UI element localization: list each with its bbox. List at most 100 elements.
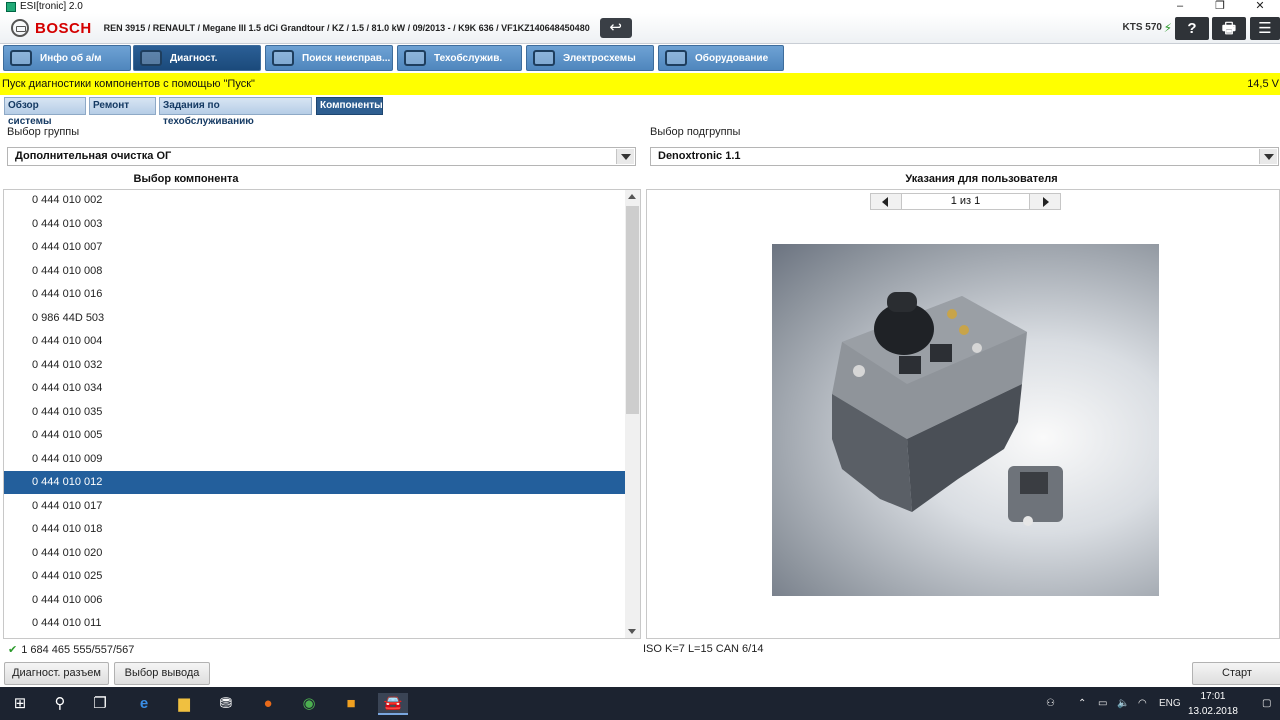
battery-icon[interactable]: ▭ [1098, 687, 1107, 720]
scroll-thumb[interactable] [626, 206, 639, 414]
people-icon[interactable]: ⚇ [1046, 687, 1055, 720]
list-item[interactable]: 0 444 010 004 [4, 330, 625, 353]
taskbar-clock[interactable]: 17:01 13.02.2018 [1188, 691, 1238, 718]
subgroup-select[interactable]: Denoxtronic 1.1 [650, 147, 1279, 166]
list-item[interactable]: 0 444 010 003 [4, 213, 625, 236]
windows-start-icon[interactable]: ⊞ [9, 693, 31, 715]
component-photo [772, 244, 1159, 596]
list-item[interactable]: 0 444 010 035 [4, 401, 625, 424]
notes-app-icon[interactable]: ■ [340, 693, 362, 715]
tab-equipment[interactable]: Оборудование [658, 45, 784, 71]
troubleshoot-icon [272, 50, 294, 66]
list-item[interactable]: 0 444 010 005 [4, 424, 625, 447]
scroll-down-icon[interactable] [625, 624, 640, 638]
user-notes-panel: 1 из 1 [646, 189, 1280, 639]
minimize-button[interactable]: – [1160, 0, 1200, 12]
network-icon[interactable]: ◠ [1138, 687, 1147, 720]
restore-button[interactable]: ❐ [1200, 0, 1240, 12]
title-bar: ESI[tronic] 2.0 – ❐ ✕ [0, 0, 1280, 13]
list-item[interactable]: 0 444 010 018 [4, 518, 625, 541]
vehicle-info: REN 3915 / RENAULT / Megane III 1.5 dCi … [103, 23, 590, 33]
app-header: BOSCH REN 3915 / RENAULT / Megane III 1.… [0, 13, 1280, 44]
list-item[interactable]: 0 444 010 034 [4, 377, 625, 400]
list-item[interactable]: 0 444 010 017 [4, 495, 625, 518]
help-button[interactable]: ? [1175, 17, 1209, 40]
chevron-down-icon[interactable] [616, 149, 634, 164]
list-item[interactable]: 0 444 010 016 [4, 283, 625, 306]
device-name: KTS 570 [1122, 22, 1162, 33]
connection-status-icon: ⚡ [1163, 21, 1172, 35]
volume-icon[interactable]: 🔈 [1117, 687, 1129, 720]
component-list-title: Выбор компонента [133, 173, 239, 185]
protocol-info: ISO K=7 L=15 CAN 6/14 [643, 643, 764, 655]
clock-date: 13.02.2018 [1187, 706, 1238, 717]
group-label: Выбор группы [7, 126, 80, 138]
language-indicator[interactable]: ENG [1159, 687, 1181, 720]
component-list: 0 444 010 002 0 444 010 003 0 444 010 007 0… [3, 189, 641, 639]
menu-button[interactable]: ☰ [1250, 17, 1280, 40]
list-item[interactable]: 0 444 010 032 [4, 354, 625, 377]
group-select[interactable]: Дополнительная очистка ОГ [7, 147, 636, 166]
list-item[interactable]: 0 444 010 012 [4, 471, 625, 494]
subgroup-label: Выбор подгруппы [650, 126, 741, 138]
tab-troubleshooting[interactable]: Поиск неисправ... [265, 45, 393, 71]
cable-info: ✔ 1 684 465 555/557/567 [8, 644, 135, 656]
close-button[interactable]: ✕ [1240, 0, 1280, 12]
chevron-down-icon[interactable] [1259, 149, 1277, 164]
next-page-icon[interactable] [1029, 194, 1060, 209]
diag-connector-button[interactable]: Диагност. разъем [4, 662, 109, 685]
subtab-maintenance-tasks[interactable]: Задания по техобслуживанию [159, 97, 312, 127]
clock-time: 17:01 [1200, 691, 1226, 702]
list-item[interactable]: 0 444 010 025 [4, 565, 625, 588]
equipment-icon [665, 50, 687, 66]
subtab-components[interactable]: Компоненты [316, 97, 383, 115]
esitronic-taskbar-icon[interactable]: 🚘 [378, 693, 408, 715]
user-notes-title: Указания для пользователя [905, 173, 1058, 185]
status-bar: Пуск диагностики компонентов с помощью "… [0, 73, 1280, 95]
page-indicator: 1 из 1 [950, 195, 981, 207]
list-item[interactable]: 0 444 010 008 [4, 260, 625, 283]
subtab-system-overview[interactable]: Обзор системы [4, 97, 86, 127]
list-item[interactable]: 0 444 010 007 [4, 236, 625, 259]
bosch-logo-icon [11, 19, 29, 37]
store-icon[interactable]: ⛃ [215, 693, 237, 715]
group-value: Дополнительная очистка ОГ [15, 150, 172, 162]
task-view-icon[interactable]: ❐ [89, 693, 111, 715]
window-controls: – ❐ ✕ [1160, 0, 1280, 12]
search-icon[interactable]: ⚲ [49, 693, 71, 715]
windows-taskbar: ⊞ ⚲ ❐ e ▆ ⛃ ● ◉ ■ 🚘 ⚇ ⌃ ▭ 🔈 ◠ ENG 17:01 … [0, 687, 1280, 720]
tab-wiring[interactable]: Электросхемы [526, 45, 654, 71]
subtab-repair[interactable]: Ремонт [89, 97, 156, 115]
tab-vehicle-info[interactable]: Инфо об а/м [3, 45, 131, 71]
list-scrollbar[interactable] [625, 190, 640, 638]
page-navigator: 1 из 1 [870, 193, 1061, 210]
service-icon [404, 50, 426, 66]
tab-diagnosis[interactable]: Диагност. [133, 45, 261, 71]
start-button[interactable]: Старт [1192, 662, 1280, 685]
chrome-icon[interactable]: ◉ [298, 693, 320, 715]
previous-page-icon[interactable] [871, 194, 902, 209]
main-tabs: Инфо об а/м Диагност. Поиск неисправ... … [0, 44, 1280, 72]
file-explorer-icon[interactable]: ▆ [173, 693, 195, 715]
subgroup-value: Denoxtronic 1.1 [658, 150, 741, 162]
back-button[interactable]: ↩ [599, 18, 632, 38]
list-item[interactable]: 0 444 010 020 [4, 542, 625, 565]
list-item[interactable]: 0 986 44D 503 [4, 307, 625, 330]
output-select-button[interactable]: Выбор вывода [114, 662, 210, 685]
battery-voltage: 14,5 V [1247, 78, 1279, 90]
car-info-icon [10, 50, 32, 66]
notifications-icon[interactable]: ▢ [1262, 687, 1271, 720]
sub-tabs: Обзор системы Ремонт Задания по техобслу… [0, 96, 1280, 127]
list-item[interactable]: 0 444 010 009 [4, 448, 625, 471]
tab-service[interactable]: Техобслужив. [397, 45, 522, 71]
denoxtronic-module-image [832, 292, 1063, 526]
list-item[interactable]: 0 444 010 006 [4, 589, 625, 612]
list-item[interactable]: 0 444 010 002 [4, 190, 625, 212]
list-item[interactable]: 0 444 010 011 [4, 612, 625, 635]
print-button[interactable]: 🖶 [1212, 17, 1246, 40]
tray-chevron-icon[interactable]: ⌃ [1078, 687, 1086, 720]
firefox-icon[interactable]: ● [257, 693, 279, 715]
wiring-icon [533, 50, 555, 66]
scroll-up-icon[interactable] [625, 190, 640, 204]
edge-icon[interactable]: e [133, 693, 155, 715]
